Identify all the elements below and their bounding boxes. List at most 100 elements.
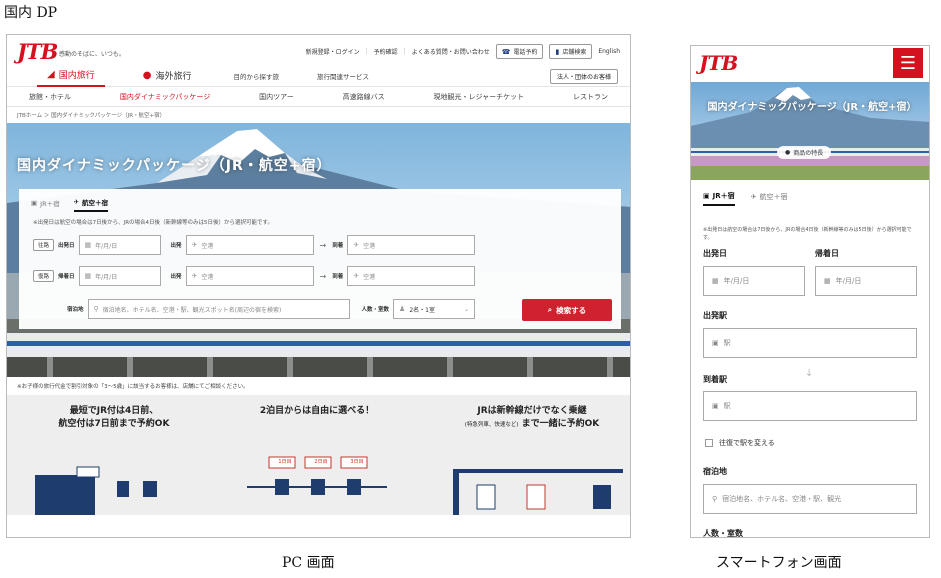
inbound-row: 復路 帰着日 ▦ 年/月/日 出発 ✈ 空港 → 到着 ✈ 空港: [33, 266, 476, 286]
outbound-to-input[interactable]: ✈ 空港: [347, 235, 476, 255]
util-divider: |: [365, 48, 368, 55]
subnav-restaurants[interactable]: レストラン: [573, 92, 608, 102]
swap-arrow-icon[interactable]: ↓: [805, 368, 813, 379]
outbound-tag: 往路: [33, 239, 55, 251]
round-trip-station-label: 往復で駅を変える: [719, 439, 775, 447]
stay-input[interactable]: ⚲ 宿泊地名、ホテル名、空港・駅、観光スポット名(周辺の宿を検索): [87, 299, 350, 319]
plane-icon: ✈: [191, 241, 198, 249]
hamburger-menu-icon[interactable]: ☰: [893, 48, 923, 78]
train-icon: ▣: [31, 199, 38, 207]
nav-domestic[interactable]: ◢ 国内旅行: [37, 65, 105, 87]
faq-link[interactable]: よくある質問・お問い合わせ: [412, 47, 490, 56]
phone-booking-button[interactable]: ☎ 電話予約: [495, 44, 544, 59]
nav-overseas-label: 海外旅行: [155, 72, 192, 82]
inbound-to-label: 到着: [332, 274, 344, 280]
stay-placeholder: 宿泊地名、ホテル名、空港・駅、観光スポット名(周辺の宿を検索): [102, 306, 282, 314]
inbound-to-placeholder: 空港: [363, 273, 376, 281]
subnav-activities[interactable]: 現地観光・レジャーチケット: [433, 92, 524, 102]
plane-icon: ✈: [353, 272, 360, 280]
train-icon: ▣: [712, 402, 719, 410]
sp-depart-date-input[interactable]: ▦ 年/月/日: [703, 266, 805, 296]
inbound-to-input[interactable]: ✈ 空港: [347, 266, 476, 286]
sp-from-station-label: 出発駅: [703, 311, 727, 320]
sp-hero-title: 国内ダイナミックパッケージ（JR・航空+宿）: [707, 102, 917, 113]
stay-label: 宿泊地: [67, 307, 84, 313]
pax-select[interactable]: ♟ 2名・1室 ⌄: [393, 299, 476, 319]
nav-domestic-label: 国内旅行: [58, 71, 95, 81]
store-search-label: 店舗検索: [562, 49, 587, 56]
departure-date-input[interactable]: ▦ 年/月/日: [78, 235, 161, 255]
departure-date-placeholder: 年/月/日: [95, 242, 118, 250]
calendar-icon: ▦: [84, 272, 92, 280]
return-date-input[interactable]: ▦ 年/月/日: [78, 266, 161, 286]
mount-fuji-image: [691, 87, 929, 180]
calendar-icon: ▦: [824, 277, 831, 285]
subnav-hotels[interactable]: 旅館・ホテル: [29, 92, 71, 102]
outbound-from-label: 出発: [170, 243, 182, 249]
outbound-row: 往路 出発日 ▦ 年/月/日 出発 ✈ 空港 → 到着 ✈ 空港: [33, 235, 476, 255]
tab-jr-hotel[interactable]: ▣ JR＋宿: [31, 197, 60, 212]
hero-title: 国内ダイナミックパッケージ（JR・航空+宿）: [17, 158, 332, 174]
info-icon: ●: [785, 149, 791, 156]
pax-label: 人数・室数: [361, 307, 390, 313]
nav-overseas[interactable]: ● 海外旅行: [133, 65, 202, 87]
sp-stay-input[interactable]: ⚲ 宿泊地名、ホテル名、空港・駅、観光: [703, 484, 917, 514]
search-button[interactable]: ⌕ 検索する: [522, 299, 612, 321]
sp-pax-label: 人数・室数: [703, 529, 743, 538]
subnav-bus[interactable]: 高速路線バス: [343, 92, 385, 102]
primary-nav: ◢ 国内旅行 ● 海外旅行 目的から探す旅 旅行関連サービス 法人・団体のお客様: [7, 65, 630, 87]
pax-value: 2名・1室: [409, 306, 435, 314]
pc-header: JTB 感動のそばに、いつも。 新規登録・ログイン | 予約確認 | よくある質…: [7, 35, 630, 65]
sp-return-placeholder: 年/月/日: [835, 277, 862, 285]
sp-tab-jr-label: JR＋宿: [712, 192, 735, 200]
utility-links: 新規登録・ログイン | 予約確認 | よくある質問・お問い合わせ ☎ 電話予約 ▮…: [306, 44, 620, 59]
sp-tab-air-hotel[interactable]: ✈ 航空＋宿: [751, 191, 788, 206]
train-icon: ▣: [712, 339, 719, 347]
sp-tab-jr-hotel[interactable]: ▣ JR＋宿: [703, 191, 735, 206]
sp-caption: スマートフォン画面: [716, 555, 842, 571]
round-trip-station-checkbox[interactable]: 往復で駅を変える: [705, 438, 775, 448]
outbound-from-input[interactable]: ✈ 空港: [185, 235, 314, 255]
person-icon: ♟: [399, 305, 406, 313]
signup-link[interactable]: 新規登録・ログイン: [306, 47, 360, 56]
sp-return-date-input[interactable]: ▦ 年/月/日: [815, 266, 917, 296]
search-button-label: 検索する: [556, 305, 587, 315]
inbound-from-label: 出発: [170, 274, 182, 280]
smartphone-screen: JTB ☰ 国内ダイナミックパッケージ（JR・航空+宿） ● 商品の特長 ▣ JR＋…: [690, 45, 930, 538]
train-icon: ▣: [703, 192, 710, 200]
subnav-tours[interactable]: 国内ツアー: [259, 92, 294, 102]
subnav-dynamic-package[interactable]: 国内ダイナミックパッケージ: [120, 92, 210, 102]
english-link[interactable]: English: [598, 48, 620, 55]
jtb-logo[interactable]: JTB: [699, 51, 738, 75]
sp-to-station-input[interactable]: ▣ 駅: [703, 391, 917, 421]
secondary-nav: 旅館・ホテル 国内ダイナミックパッケージ 国内ツアー 高速路線バス 現地観光・レ…: [7, 87, 630, 107]
util-divider: |: [403, 48, 406, 55]
location-pin-icon: ⚲: [93, 305, 99, 313]
day-3-label: 3日目: [350, 459, 364, 465]
checkbox-icon: [705, 439, 713, 447]
sp-from-station-input[interactable]: ▣ 駅: [703, 328, 917, 358]
arrow-right-icon: →: [319, 271, 327, 281]
store-search-button[interactable]: ▮ 店舗検索: [549, 44, 593, 59]
breadcrumb[interactable]: JTBホーム ＞ 国内ダイナミックパッケージ（JR・航空+宿）: [7, 107, 630, 123]
inbound-from-placeholder: 空港: [201, 273, 214, 281]
outbound-to-label: 到着: [332, 243, 344, 249]
jtb-logo[interactable]: JTB: [17, 39, 58, 64]
product-tabs: ▣ JR＋宿 ✈ 航空＋宿: [31, 197, 109, 212]
globe-icon: ●: [142, 70, 152, 81]
inbound-tag: 復路: [33, 270, 55, 282]
nav-purpose[interactable]: 目的から探す旅: [223, 65, 289, 87]
corporate-button[interactable]: 法人・団体のお客様: [549, 69, 618, 84]
sp-hero-banner: 国内ダイナミックパッケージ（JR・航空+宿） ● 商品の特長: [691, 82, 929, 180]
tab-air-hotel[interactable]: ✈ 航空＋宿: [73, 197, 109, 212]
inbound-from-input[interactable]: ✈ 空港: [185, 266, 314, 286]
booking-confirm-link[interactable]: 予約確認: [374, 47, 398, 56]
nav-services[interactable]: 旅行関連サービス: [307, 65, 379, 87]
return-date-label: 帰着日: [58, 274, 75, 280]
features-button[interactable]: ● 商品の特長: [777, 146, 832, 159]
store-icon: ▮: [555, 47, 560, 56]
departure-date-label: 出発日: [58, 243, 75, 249]
plane-icon: ✈: [73, 198, 80, 206]
tab-jr-hotel-label: JR＋宿: [40, 200, 60, 208]
search-icon: ⌕: [547, 305, 553, 314]
